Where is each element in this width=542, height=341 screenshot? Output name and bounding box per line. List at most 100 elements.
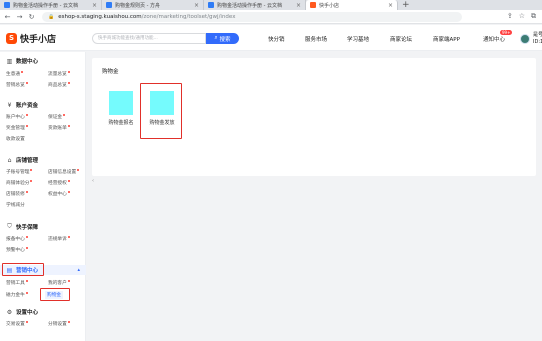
search-input[interactable]: 快手商城功能查找/通用功能...	[92, 33, 206, 44]
sidebar-item[interactable]: 收款设置	[6, 136, 25, 142]
page-title: 购物金	[102, 69, 119, 75]
highlight-box-distribute-card	[140, 83, 182, 139]
back-arrow-icon[interactable]: ←	[4, 13, 11, 21]
search-icon: ⌕	[214, 35, 218, 41]
sidebar-item[interactable]: 交易设置	[6, 321, 28, 327]
notification-badge: 99+	[500, 30, 513, 35]
sidebar-section-settings: ⚙ 设置中心 交易设置 分销设置	[0, 307, 86, 327]
card-label: 购物金报名	[108, 120, 134, 126]
sidebar-item[interactable]: 学线减分	[6, 202, 25, 208]
account-info[interactable]: 是号 ID:1	[533, 32, 542, 46]
card-tile-icon	[109, 91, 133, 115]
sidebar-section-title: 快手保障	[16, 225, 39, 231]
card-signup[interactable]: 购物金报名	[101, 91, 141, 126]
shield-icon: ⛉	[7, 223, 12, 230]
sidebar-item[interactable]: 预警中心	[6, 247, 28, 253]
nav-item-app[interactable]: 商家端APP	[433, 35, 460, 43]
account-id: ID:1	[533, 39, 542, 45]
sidebar-section-title: 账户资金	[16, 103, 39, 109]
close-icon[interactable]: ×	[296, 2, 301, 9]
sidebar-item[interactable]: 经营授权	[48, 180, 70, 186]
sidebar-item[interactable]: 账户中心	[6, 114, 28, 120]
tab-title: 购物金规则页 - 方舟	[115, 2, 160, 9]
sidebar-section-guarantee: ⛉ 快手保障 报备中心 违规举诉 预警中心	[0, 222, 86, 253]
sidebar-item[interactable]: 子账号管理	[6, 169, 33, 175]
nav-item-learning[interactable]: 学习基地	[347, 35, 369, 43]
highlight-box-shopping-gold	[40, 288, 70, 301]
avatar[interactable]	[520, 34, 530, 44]
address-bar-row: ← → ↻ 🔒 eshop-s.staging.kuaishou.com/zon…	[0, 10, 542, 24]
sidebar-item[interactable]: 店铺装修	[6, 191, 28, 197]
kuaishou-logo-icon: S	[6, 33, 17, 44]
sidebar-item[interactable]: 我的客户	[48, 280, 70, 286]
sidebar-section-header[interactable]: ▥ 数据中心	[0, 56, 86, 66]
sidebar-item[interactable]: 商品总览	[48, 82, 70, 88]
extension-icon[interactable]: ⧉	[531, 12, 536, 21]
sidebar-item[interactable]: 流量总览	[48, 71, 70, 77]
browser-tab-4[interactable]: 快手小店 ×	[306, 0, 398, 10]
share-icon[interactable]: ⇪	[507, 12, 513, 21]
sidebar-item[interactable]: 分销设置	[48, 321, 70, 327]
wallet-icon: ¥	[7, 101, 12, 109]
browser-tab-strip: 购物金活动操作手册 - 云文档 × 购物金规则页 - 方舟 × 购物金活动操作手…	[0, 0, 542, 10]
sidebar-section-title: 店铺管理	[16, 158, 39, 164]
sidebar-section-title: 设置中心	[16, 310, 39, 316]
close-icon[interactable]: ×	[388, 2, 393, 9]
nav-item-forum[interactable]: 商家论坛	[390, 35, 412, 43]
reload-icon[interactable]: ↻	[28, 13, 35, 21]
sidebar-item[interactable]: 违规举诉	[48, 236, 70, 242]
sidebar-item[interactable]: 商铺体验分	[6, 180, 33, 186]
sidebar-item[interactable]: 货款账单	[48, 125, 70, 131]
browser-tab-3[interactable]: 购物金活动操作手册 - 云文档 ×	[204, 0, 306, 10]
forward-arrow-icon[interactable]: →	[16, 13, 23, 21]
tab-title: 快手小店	[319, 2, 340, 9]
sidebar-item[interactable]: 报备中心	[6, 236, 28, 242]
sidebar-item[interactable]: 奖金管理	[6, 125, 28, 131]
nav-item-distribution[interactable]: 快分销	[268, 35, 285, 43]
url-host: eshop-s.staging.kuaishou.com	[58, 14, 142, 20]
sidebar-item[interactable]: 店铺信息设置	[48, 169, 80, 175]
doc-favicon-icon	[208, 2, 214, 8]
browser-tab-1[interactable]: 购物金活动操作手册 - 云文档 ×	[0, 0, 102, 10]
browser-tab-2[interactable]: 购物金规则页 - 方舟 ×	[102, 0, 204, 10]
highlight-box-marketing	[2, 263, 44, 276]
new-tab-button[interactable]: +	[398, 0, 410, 10]
chevron-up-icon: ▴	[77, 267, 80, 273]
sidebar-section-header[interactable]: ⚙ 设置中心	[0, 307, 86, 317]
sidebar-item[interactable]: 磁力金牛	[6, 292, 28, 298]
sidebar-item[interactable]: 营销工具	[6, 280, 28, 286]
search-button[interactable]: ⌕ 搜索	[206, 33, 239, 44]
account-name: 是号	[533, 32, 542, 38]
logo[interactable]: S 快手小店	[6, 32, 56, 45]
sidebar-item[interactable]: 权益中心	[48, 191, 70, 197]
sidebar-section-header[interactable]: ⛉ 快手保障	[0, 222, 86, 232]
nav-item-service-market[interactable]: 服务市场	[305, 35, 327, 43]
sidebar-section-header[interactable]: ⌂ 店铺管理	[0, 155, 86, 165]
sidebar-item[interactable]: 营销总览	[6, 82, 28, 88]
nav-item-notifications[interactable]: 通知中心	[483, 35, 505, 43]
sidebar-section-account: ¥ 账户资金 账户中心 保证金 奖金管理 货款账单 收款设置	[0, 100, 86, 142]
kuaishou-favicon-icon	[310, 2, 316, 8]
doc-favicon-icon	[106, 2, 112, 8]
app-header: S 快手小店 快手商城功能查找/通用功能... ⌕ 搜索 快分销 服务市场 学习…	[0, 25, 542, 51]
gear-icon: ⚙	[6, 308, 13, 316]
logo-text: 快手小店	[20, 35, 57, 45]
chart-icon: ▥	[6, 57, 13, 65]
sidebar-section-data: ▥ 数据中心 生意通 流量总览 营销总览 商品总览	[0, 56, 86, 88]
sidebar: ▥ 数据中心 生意通 流量总览 营销总览 商品总览 ¥ 账户资金 账户中心 保证…	[0, 52, 86, 341]
tab-title: 购物金活动操作手册 - 云文档	[13, 2, 78, 9]
sidebar-item[interactable]: 生意通	[6, 71, 24, 77]
tab-title: 购物金活动操作手册 - 云文档	[217, 2, 282, 9]
store-icon: ⌂	[7, 156, 12, 164]
sidebar-section-header[interactable]: ¥ 账户资金	[0, 100, 86, 110]
star-icon[interactable]: ☆	[519, 12, 525, 21]
sidebar-item[interactable]: 保证金	[48, 114, 66, 120]
collapse-handle[interactable]: ‹	[92, 178, 94, 184]
close-icon[interactable]: ×	[92, 2, 97, 9]
sidebar-section-store: ⌂ 店铺管理 子账号管理 店铺信息设置 商铺体验分 经营授权 店铺装修 权益中心…	[0, 155, 86, 208]
close-icon[interactable]: ×	[194, 2, 199, 9]
lock-icon: 🔒	[48, 14, 55, 20]
url-input[interactable]: 🔒 eshop-s.staging.kuaishou.com/zone/mark…	[42, 12, 462, 22]
doc-favicon-icon	[4, 2, 10, 8]
url-path: /zone/marketing/toolset/gwj/index	[141, 14, 236, 20]
